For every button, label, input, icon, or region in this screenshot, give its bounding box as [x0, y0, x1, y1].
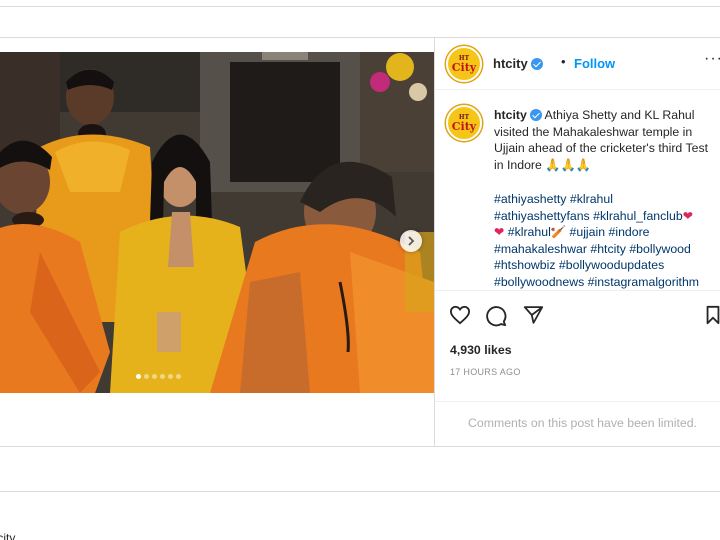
chevron-right-icon	[408, 236, 415, 246]
red-heart-emoji: ❤	[682, 208, 693, 223]
avatar-logo: HT City	[451, 54, 477, 74]
avatar[interactable]: HT City	[446, 46, 482, 82]
verified-badge-icon	[530, 58, 543, 70]
hashtag-line[interactable]: #htshowbiz #bollywoodupdates	[494, 257, 719, 274]
carousel-dot	[136, 374, 141, 379]
carousel-dots	[136, 374, 181, 379]
hashtag-line[interactable]: #mahakaleshwar #htcity #bollywood	[494, 241, 719, 258]
hashtag-line[interactable]: #athiyashettyfans #klrahul_fanclub❤	[494, 208, 719, 225]
comments-section: Comments on this post have been limited.	[435, 401, 720, 447]
top-divider	[0, 6, 720, 7]
post-hashtags: #athiyashetty #klrahul #athiyashettyfans…	[494, 191, 719, 290]
header-separator: •	[561, 54, 566, 69]
instagram-embed-page: HTCity htcity • Follow ··· HTCity htcity…	[0, 0, 720, 540]
caption-avatar[interactable]: HT City	[446, 105, 482, 141]
verified-badge-icon	[529, 109, 542, 121]
post-photo[interactable]	[0, 52, 434, 393]
photo-illustration	[0, 52, 434, 393]
action-bar	[435, 290, 720, 330]
more-options-icon[interactable]: ···	[704, 50, 720, 68]
footer-text: tcity	[0, 531, 16, 540]
carousel-dot	[176, 374, 181, 379]
post-timestamp[interactable]: 17 HOURS AGO	[450, 367, 521, 377]
post-sidebar: HTCity htcity • Follow ··· HTCity htcity…	[434, 37, 720, 447]
hashtag-line[interactable]: #athiyashetty #klrahul	[494, 191, 719, 208]
header-username[interactable]: htcity	[493, 56, 543, 71]
comments-limited-notice: Comments on this post have been limited.	[468, 416, 697, 430]
post-caption: htcity Athiya Shetty and KL Rahul visite…	[494, 107, 716, 173]
carousel-dot	[144, 374, 149, 379]
post-header: HTCity htcity • Follow ···	[435, 37, 720, 90]
avatar-logo: HT City	[451, 113, 477, 133]
heart-outline-icon[interactable]	[449, 305, 471, 325]
comment-bubble-icon[interactable]	[485, 305, 507, 327]
bookmark-icon[interactable]	[705, 305, 720, 325]
paper-plane-icon[interactable]	[523, 305, 544, 325]
red-heart-emoji: ❤	[494, 225, 505, 239]
caption-username[interactable]: htcity	[494, 108, 527, 122]
hashtag-line[interactable]: ❤ #klrahul🏏 #ujjain #indore	[494, 224, 719, 241]
section-divider	[0, 491, 720, 492]
carousel-dot	[152, 374, 157, 379]
carousel-dot	[168, 374, 173, 379]
carousel-next-button[interactable]	[400, 230, 422, 252]
likes-count[interactable]: 4,930 likes	[450, 343, 512, 357]
carousel-dot	[160, 374, 165, 379]
follow-button[interactable]: Follow	[574, 56, 615, 71]
hashtag-line[interactable]: #bollywoodnews #instagramalgorithm	[494, 274, 719, 291]
